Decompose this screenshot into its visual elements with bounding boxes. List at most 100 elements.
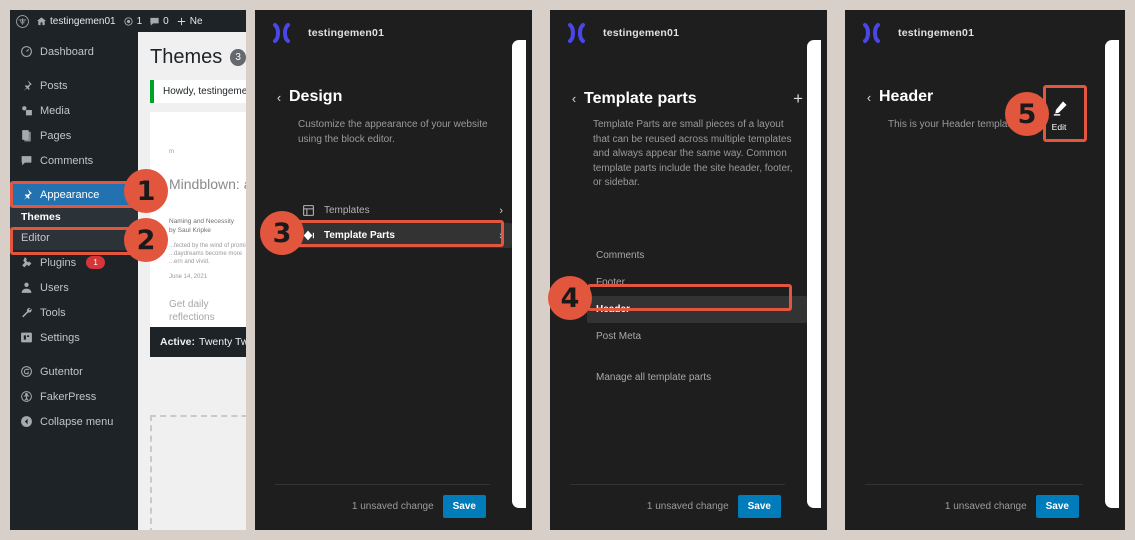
admin-content-area: Themes 3 Howdy, testingeme m Mindblown: … [138,32,246,530]
sidebar-item-label: Settings [40,331,80,344]
sidebar-item-tools[interactable]: Tools [10,300,138,325]
page-title-row: Themes 3 [138,32,246,69]
submenu-header-themes: Themes [10,207,138,226]
sidebar-item-gutentor[interactable]: Gutentor [10,359,138,384]
highlight-template-parts [291,220,504,247]
list-item-post-meta[interactable]: Post Meta [587,323,807,350]
template-parts-panel: testingemen01 ‹ Template parts + Templat… [550,10,827,530]
save-button[interactable]: Save [442,495,486,518]
welcome-notice: Howdy, testingeme [150,80,246,103]
wordpress-site-icon[interactable] [271,22,297,44]
wp-admin-window: W testingemen01 1 0 Ne Dashboard Posts M… [10,10,246,530]
comments-count: 0 [163,15,169,27]
sidebar-item-dashboard[interactable]: Dashboard [10,39,138,64]
new-content-button[interactable]: Ne [176,16,203,27]
sidebar-item-pages[interactable]: Pages [10,123,138,148]
screenshot-stage: W testingemen01 1 0 Ne Dashboard Posts M… [0,0,1135,540]
gutentor-icon [19,365,33,379]
editor-canvas-peek [1105,40,1119,508]
highlight-edit-button [1043,85,1087,142]
welcome-notice-text: Howdy, testingeme [163,86,246,97]
theme-preview-promo-line2: reflections [169,312,215,323]
collapse-arrow-icon [19,415,33,429]
theme-preview-card1-body-2: ...daydreams become more [169,251,243,257]
add-template-part-button[interactable]: + [789,88,807,109]
highlight-appearance [10,181,134,208]
sidebar-item-comments[interactable]: Comments [10,148,138,173]
sidebar-item-label: Pages [40,129,72,142]
sidebar-item-label: Users [40,281,69,294]
updates-icon [123,16,133,26]
sidebar-item-settings[interactable]: Settings [10,325,138,350]
theme-preview-card1-body-1: ...fected by the wind of promise, [169,243,246,249]
callout-number-4: 4 [548,276,592,320]
sidebar-item-label: Media [40,104,70,117]
template-parts-save-bar: 1 unsaved change Save [550,484,827,530]
design-panel: testingemen01 ‹ Design Customize the app… [255,10,532,530]
pin-icon [19,79,33,93]
save-button[interactable]: Save [737,495,781,518]
design-save-bar: 1 unsaved change Save [255,484,532,530]
theme-preview-card1-byline: by Saul Kripke [169,227,211,234]
theme-preview-headline: Mindblown: a blog [169,176,246,192]
wordpress-site-icon[interactable] [861,22,887,44]
sidebar-item-label: Posts [40,79,68,92]
home-icon [36,16,47,25]
theme-preview-card1-date: June 14, 2021 [169,274,208,280]
sidebar-item-posts[interactable]: Posts [10,73,138,98]
editor-canvas-peek [512,40,526,508]
site-name-label: testingemen01 [603,27,680,39]
add-new-theme-placeholder[interactable] [150,415,246,530]
pages-icon [19,129,33,143]
plugins-icon [19,256,33,270]
design-description: Customize the appearance of your website… [298,119,488,145]
active-theme-name: Twenty Tw [199,336,246,348]
template-parts-description: Template Parts are small pieces of a lay… [593,119,793,188]
comment-icon [19,154,33,168]
admin-bar: W testingemen01 1 0 Ne [10,10,246,32]
wordpress-logo-icon[interactable]: W [16,14,29,28]
highlight-header-item [587,284,792,311]
divider [570,484,785,485]
wordpress-site-icon[interactable] [566,22,592,44]
sidebar-item-label: Tools [40,306,66,319]
design-panel-header: testingemen01 [255,10,532,56]
comments-indicator[interactable]: 0 [149,16,169,27]
page-title: Themes [150,46,223,68]
header-panel-header: testingemen01 [845,10,1125,56]
template-parts-panel-header: testingemen01 [550,10,827,56]
nav-item-label: Templates [324,205,370,216]
panel-title: Design [289,88,343,105]
unsaved-changes-text: 1 unsaved change [646,501,729,512]
theme-count-badge: 3 [230,49,246,66]
sidebar-item-fakerpress[interactable]: FakerPress [10,384,138,409]
site-name-label: testingemen01 [50,15,116,27]
chevron-left-icon[interactable]: ‹ [564,91,584,106]
site-name-label: testingemen01 [898,27,975,39]
chevron-left-icon[interactable]: ‹ [269,90,289,105]
sidebar-item-label: Collapse menu [40,415,114,428]
chevron-left-icon[interactable]: ‹ [859,90,879,105]
sidebar-item-label: Gutentor [40,365,83,378]
tools-wrench-icon [19,306,33,320]
callout-number-1: 1 [124,169,168,213]
admin-menu: Dashboard Posts Media Pages Comments App… [10,32,138,530]
site-name-admin-bar[interactable]: testingemen01 [36,16,116,27]
sidebar-item-label: FakerPress [40,390,97,403]
active-theme-label: Active: [160,336,196,348]
list-item-comments[interactable]: Comments [587,242,807,269]
callout-number-5: 5 [1005,92,1049,136]
updates-indicator[interactable]: 1 [123,16,142,27]
plus-icon [177,17,185,25]
sidebar-item-label: Dashboard [40,45,94,58]
comment-icon [150,17,159,26]
manage-all-template-parts-link[interactable]: Manage all template parts [587,364,807,391]
editor-canvas-peek [807,40,821,508]
sidebar-item-media[interactable]: Media [10,98,138,123]
highlight-editor [10,227,134,255]
save-button[interactable]: Save [1035,495,1079,518]
fakerpress-icon [19,390,33,404]
sidebar-item-collapse-menu[interactable]: Collapse menu [10,409,138,434]
sidebar-item-users[interactable]: Users [10,275,138,300]
active-theme-bar: Active: Twenty Tw [150,327,246,357]
